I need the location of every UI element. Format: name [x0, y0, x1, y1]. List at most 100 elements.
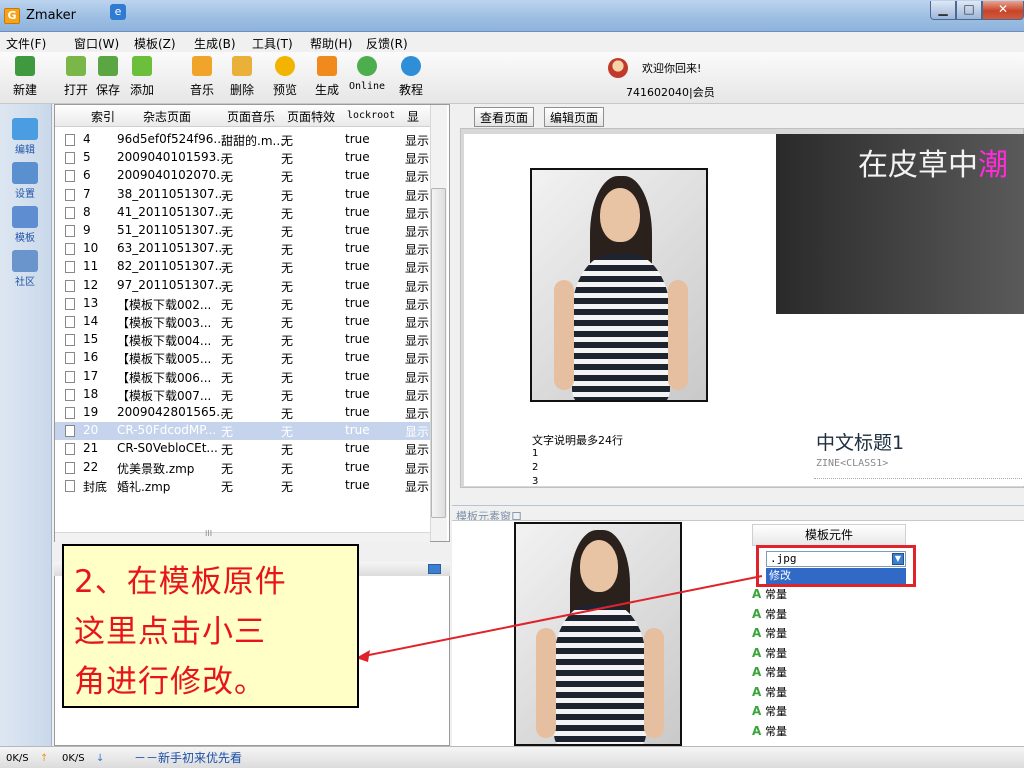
component-item[interactable]: A 常量	[752, 723, 787, 740]
table-cell: 82_2011051307...	[117, 259, 227, 274]
table-cell: 显示	[405, 279, 430, 294]
table-row[interactable]: 6 2009040102070... 无无 true 显示	[55, 167, 435, 185]
side-nav-settings[interactable]: 设置	[8, 162, 42, 206]
table-cell: 无	[221, 316, 234, 330]
caption-line: 1	[532, 448, 539, 459]
table-row[interactable]: 8 41_2011051307... 无无 true 显示	[55, 204, 435, 222]
table-cell: 显示	[405, 370, 430, 385]
table-row[interactable]: 7 38_2011051307... 无无 true 显示	[55, 186, 435, 204]
table-cell: 显示	[405, 134, 430, 148]
table-row[interactable]: 5 2009040101593... 无无 true 显示	[55, 149, 435, 167]
menu-file[interactable]: 文件(F)	[6, 35, 46, 52]
minimize-button[interactable]: ▁	[930, 1, 956, 20]
table-cell: true	[345, 459, 370, 474]
column-index[interactable]: 索引	[91, 108, 115, 125]
table-row[interactable]: 封底 婚礼.zmp 无 无 true 显示	[55, 477, 435, 495]
online-button[interactable]: Online	[349, 56, 385, 102]
table-cell: true	[345, 477, 370, 492]
side-nav-edit[interactable]: 编辑	[8, 118, 42, 162]
browser-icon[interactable]: e	[110, 4, 126, 20]
table-cell: true	[345, 295, 370, 310]
add-button[interactable]: 添加	[127, 56, 157, 102]
table-scroll-thumb[interactable]	[431, 188, 446, 518]
page-file-icon	[65, 152, 75, 165]
page-file-icon	[65, 188, 75, 201]
close-button[interactable]: ✕	[982, 1, 1024, 20]
music-button[interactable]: 音乐	[187, 56, 217, 102]
member-info[interactable]: 741602040|会员	[626, 84, 715, 100]
table-cell: 无	[221, 188, 234, 203]
table-row[interactable]: 15 【模板下载004... 无 无 true 显示	[55, 331, 435, 349]
element-window-divider[interactable]	[452, 505, 1024, 506]
page-file-icon	[65, 461, 75, 474]
column-lockroot[interactable]: lockroot	[347, 110, 395, 121]
table-cell: 甜甜的.m...	[221, 134, 284, 148]
tab-view-page[interactable]: 查看页面	[474, 107, 535, 127]
menu-window[interactable]: 窗口(W)	[74, 35, 119, 52]
table-cell: 14	[83, 314, 99, 328]
chinese-title: 中文标题1	[816, 432, 905, 454]
new-button[interactable]: 新建	[10, 56, 40, 102]
component-label: 常量	[765, 724, 787, 738]
table-cell: 显示	[405, 152, 430, 167]
side-nav-template[interactable]: 模板	[8, 206, 42, 250]
menu-help[interactable]: 帮助(H)	[310, 35, 352, 52]
preview-button[interactable]: 预览	[270, 56, 300, 102]
table-cell: 无	[221, 243, 234, 258]
table-row[interactable]: 9 51_2011051307... 无无 true 显示	[55, 222, 435, 240]
table-row[interactable]: 20 CR-50FdcodMP... 无 无 true 显示	[55, 422, 435, 440]
maximize-button[interactable]: □	[956, 1, 982, 20]
hscroll-grip[interactable]: III	[205, 529, 212, 538]
table-cell: 无	[281, 352, 294, 367]
table-cell: 无	[281, 170, 294, 185]
table-row[interactable]: 17 【模板下载006... 无 无 true 显示	[55, 368, 435, 386]
page-file-icon	[65, 261, 75, 274]
column-page[interactable]: 杂志页面	[143, 108, 191, 125]
table-cell: 51_2011051307...	[117, 223, 227, 237]
menu-feedback[interactable]: 反馈(R)	[366, 35, 408, 52]
banner-heading: 在皮草中潮	[858, 148, 1008, 183]
table-row[interactable]: 4 96d5ef0f524f96... 甜甜的.m... 无 true 显示	[55, 131, 435, 149]
table-cell: 41_2011051307...	[117, 204, 227, 219]
table-horizontal-scrollbar[interactable]: III	[55, 529, 430, 542]
music-note-icon	[192, 56, 212, 76]
newbie-link[interactable]: －－新手初来优先看	[134, 749, 242, 766]
table-row[interactable]: 10 63_2011051307... 无无 true 显示	[55, 240, 435, 258]
column-display[interactable]: 显	[407, 108, 419, 125]
component-item[interactable]: A 常量	[752, 684, 787, 701]
table-cell: 无	[281, 152, 294, 167]
table-row[interactable]: 22 优美景致.zmp 无 无 true 显示	[55, 459, 435, 477]
table-row[interactable]: 12 97_2011051307... 无无 true 显示	[55, 277, 435, 295]
table-cell: 显示	[405, 243, 430, 258]
tutorial-button[interactable]: 教程	[396, 56, 426, 102]
table-row[interactable]: 19 2009042801565... 无无 true 显示	[55, 404, 435, 422]
table-row[interactable]: 16 【模板下载005... 无 无 true 显示	[55, 349, 435, 367]
column-music[interactable]: 页面音乐	[227, 108, 275, 125]
generate-button[interactable]: 生成	[312, 56, 342, 102]
side-nav-community[interactable]: 社区	[8, 250, 42, 294]
side-nav: 编辑 设置 模板 社区	[0, 104, 52, 746]
menu-template[interactable]: 模板(Z)	[134, 35, 176, 52]
table-cell: 显示	[405, 352, 430, 367]
preview-photo[interactable]	[530, 168, 708, 402]
table-row[interactable]: 21 CR-S0VebloCEt... 无无 true 显示	[55, 440, 435, 458]
menu-tools[interactable]: 工具(T)	[252, 35, 293, 52]
callout-line: 2、在模板原件	[74, 564, 287, 600]
tab-edit-page[interactable]: 编辑页面	[544, 107, 605, 127]
column-effect[interactable]: 页面特效	[287, 108, 335, 125]
menu-build[interactable]: 生成(B)	[194, 35, 236, 52]
table-cell: 16	[83, 350, 99, 365]
component-item[interactable]: A 常量	[752, 703, 787, 720]
delete-button[interactable]: 删除	[227, 56, 257, 102]
online-icon	[357, 56, 377, 76]
save-button[interactable]: 保存	[93, 56, 123, 102]
table-row[interactable]: 14 【模板下载003... 无 无 true 显示	[55, 313, 435, 331]
table-row[interactable]: 11 82_2011051307... 无无 true 显示	[55, 258, 435, 276]
table-cell: 【模板下载006...	[117, 370, 212, 385]
page-file-icon	[65, 316, 75, 328]
table-cell: true	[345, 186, 370, 201]
component-label: 常量	[765, 685, 787, 699]
table-cell: 无	[221, 297, 234, 312]
table-row[interactable]: 18 【模板下载007... 无 无 true 显示	[55, 386, 435, 404]
table-row[interactable]: 13 【模板下载002... 无 无 true 显示	[55, 295, 435, 313]
